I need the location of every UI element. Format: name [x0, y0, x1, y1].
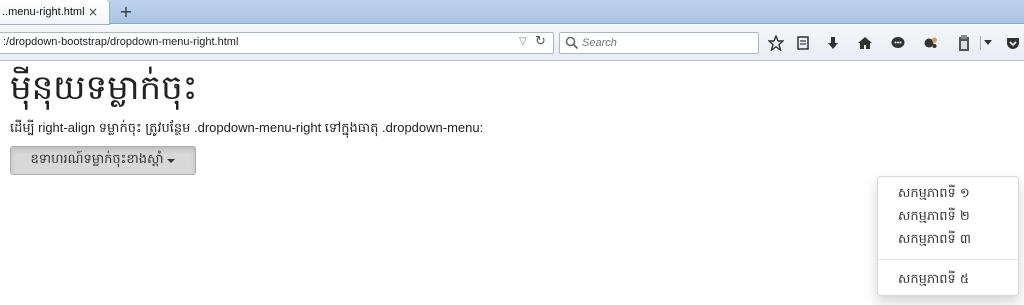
tab-strip: ..menu-right.html × + — [0, 0, 1024, 25]
extension-icon[interactable] — [922, 34, 940, 52]
clipboard-icon[interactable] — [955, 34, 973, 52]
reload-icon[interactable]: ↻ — [535, 34, 546, 49]
close-tab-icon[interactable]: × — [86, 5, 100, 19]
pocket-icon[interactable] — [1004, 34, 1022, 52]
url-history-dropdown-icon[interactable]: ▽ — [519, 36, 527, 47]
page-title: មុីនុយទម្លាក់ចុះ — [10, 68, 198, 108]
reading-list-icon[interactable] — [794, 34, 812, 52]
search-bar[interactable] — [559, 32, 759, 54]
url-bar[interactable]: :/dropdown-bootstrap/dropdown-menu-right… — [0, 32, 554, 54]
caret-down-icon — [167, 158, 176, 163]
active-tab[interactable]: ..menu-right.html × — [0, 0, 110, 25]
dropdown-menu: សកម្មភាពទី ១ សកម្មភាពទី ២ សកម្មភាពទី ៣ ស… — [877, 176, 1019, 296]
toolbar-separator — [980, 36, 981, 50]
menu-item-action-1[interactable]: សកម្មភាពទី ១ — [878, 182, 1018, 205]
menu-item-action-5[interactable]: សកម្មភាពទី ៥ — [878, 268, 1018, 291]
search-input[interactable] — [582, 35, 752, 51]
menu-dropdown-icon[interactable] — [983, 34, 993, 52]
tab-title: ..menu-right.html — [2, 6, 85, 18]
search-icon — [565, 36, 579, 50]
url-text: :/dropdown-bootstrap/dropdown-menu-right… — [3, 36, 239, 48]
home-icon[interactable] — [856, 34, 874, 52]
navigation-bar: :/dropdown-bootstrap/dropdown-menu-right… — [0, 25, 1024, 61]
dropdown-toggle-button[interactable]: ឧទាហរណ៍ទម្លាក់ចុះខាងស្តាំ — [10, 146, 196, 175]
menu-item-action-3[interactable]: សកម្មភាពទី ៣ — [878, 228, 1018, 251]
page-content: មុីនុយទម្លាក់ចុះ ដើម្បី right-align ទម្ល… — [0, 62, 1024, 305]
download-icon[interactable] — [824, 34, 842, 52]
menu-item-action-2[interactable]: សកម្មភាពទី ២ — [878, 205, 1018, 228]
menu-divider — [878, 259, 1018, 260]
page-description: ដើម្បី right-align ទម្លាក់ចុះ ត្រូវបន្ថែ… — [10, 120, 484, 135]
new-tab-button[interactable]: + — [116, 3, 136, 21]
bookmark-star-icon[interactable] — [767, 34, 785, 52]
dropdown-button-label: ឧទាហរណ៍ទម្លាក់ចុះខាងស្តាំ — [30, 152, 164, 167]
chat-icon[interactable] — [889, 34, 907, 52]
